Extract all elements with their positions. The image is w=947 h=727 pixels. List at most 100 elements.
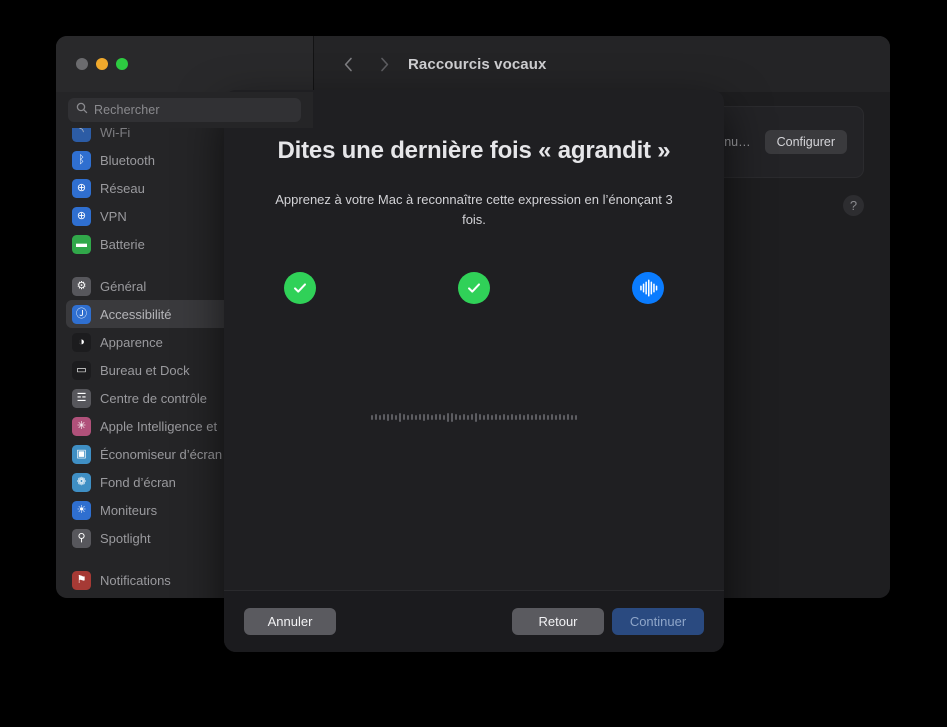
battery-icon: ▬ bbox=[72, 234, 91, 254]
meter-bar bbox=[575, 414, 577, 420]
meter-bar bbox=[407, 414, 409, 420]
checkmark-icon bbox=[294, 283, 306, 293]
minimize-window-button[interactable] bbox=[96, 58, 108, 70]
meter-bar bbox=[423, 413, 425, 421]
dialog-body: Dites une dernière fois « agrandit » App… bbox=[224, 90, 724, 590]
display-icon: ☀ bbox=[72, 500, 91, 520]
meter-bar bbox=[535, 414, 537, 421]
meter-bar bbox=[399, 412, 401, 422]
sidebar-item-label: Wi-Fi bbox=[100, 128, 131, 140]
meter-bar bbox=[491, 414, 493, 420]
accessibility-icon: Ⓙ bbox=[72, 304, 91, 324]
meter-bar bbox=[471, 414, 473, 421]
meter-bar bbox=[447, 412, 449, 422]
sidebar-item-label: VPN bbox=[100, 208, 127, 224]
sidebar-item-label: Moniteurs bbox=[100, 502, 158, 518]
forward-button[interactable] bbox=[372, 52, 396, 76]
meter-bar bbox=[495, 414, 497, 421]
recording-step-2 bbox=[458, 272, 490, 305]
meter-bar bbox=[403, 414, 405, 421]
globe-icon: ⊕ bbox=[72, 178, 91, 198]
meter-bar bbox=[463, 414, 465, 421]
control-center-icon: ☲ bbox=[72, 388, 91, 408]
meter-bar bbox=[515, 414, 517, 420]
wifi-icon: ◝ bbox=[72, 128, 91, 142]
search-input[interactable]: Rechercher bbox=[68, 98, 301, 122]
sidebar-item-label: Notifications bbox=[100, 572, 171, 588]
close-window-button[interactable] bbox=[76, 58, 88, 70]
meter-bar bbox=[547, 414, 549, 420]
meter-bar bbox=[559, 414, 561, 421]
meter-bar bbox=[383, 414, 385, 421]
meter-bar bbox=[375, 414, 377, 421]
sidebar-item-label: Apparence bbox=[100, 334, 163, 350]
bluetooth-icon: ᛒ bbox=[72, 150, 91, 170]
search-placeholder: Rechercher bbox=[94, 103, 160, 117]
meter-bar bbox=[479, 414, 481, 421]
meter-bar bbox=[539, 414, 541, 420]
sidebar-item-label: Économiseur d’écran bbox=[100, 446, 223, 462]
meter-bar bbox=[499, 414, 501, 420]
sidebar-item-label: Fond d’écran bbox=[100, 474, 176, 490]
sidebar-item-label: Bluetooth bbox=[100, 152, 155, 168]
meter-bar bbox=[555, 414, 557, 420]
continue-button[interactable]: Continuer bbox=[612, 608, 704, 635]
sidebar-item-label: Batterie bbox=[100, 236, 145, 252]
traffic-lights bbox=[76, 58, 128, 70]
meter-bar bbox=[551, 414, 553, 421]
meter-bar bbox=[387, 413, 389, 421]
meter-bar bbox=[415, 414, 417, 420]
maximize-window-button[interactable] bbox=[116, 58, 128, 70]
sidebar-titlebar bbox=[56, 36, 313, 92]
sidebar-item-label: Centre de contrôle bbox=[100, 390, 207, 406]
desktop-dock-icon: ▭ bbox=[72, 360, 91, 380]
wallpaper-icon: ❁ bbox=[72, 472, 91, 492]
meter-bar bbox=[523, 414, 525, 420]
back-button[interactable] bbox=[336, 52, 360, 76]
dialog-title: Dites une dernière fois « agrandit » bbox=[277, 137, 671, 164]
meter-bar bbox=[443, 414, 445, 420]
meter-bar bbox=[503, 414, 505, 421]
meter-bar bbox=[419, 414, 421, 421]
meter-bar bbox=[459, 414, 461, 420]
cancel-button[interactable]: Annuler bbox=[244, 608, 336, 635]
meter-bar bbox=[519, 414, 521, 421]
sidebar-item-label: Spotlight bbox=[100, 530, 151, 546]
sidebar-item-label: Général bbox=[100, 278, 147, 294]
back-step-button[interactable]: Retour bbox=[512, 608, 604, 635]
dialog-footer: Annuler Retour Continuer bbox=[224, 590, 724, 652]
gear-icon: ⚙ bbox=[72, 276, 91, 296]
meter-bar bbox=[371, 414, 373, 420]
recording-steps bbox=[260, 272, 688, 305]
audio-level-meter bbox=[260, 404, 688, 430]
meter-bar bbox=[467, 414, 469, 420]
sidebar-item-label: Apple Intelligence et bbox=[100, 418, 218, 434]
sidebar-item-label: Réseau bbox=[100, 180, 145, 196]
screensaver-icon: ▣ bbox=[72, 444, 91, 464]
screen: Rechercher ◝ Wi-Fi ᛒ Bluetooth ⊕ Réseau ⊕ VPN ▬ B… bbox=[0, 0, 947, 727]
meter-bar bbox=[563, 414, 565, 420]
voice-shortcut-dialog: Dites une dernière fois « agrandit » App… bbox=[224, 90, 724, 652]
vpn-globe-icon: ⊕ bbox=[72, 206, 91, 226]
meter-bar bbox=[567, 414, 569, 421]
meter-bar bbox=[395, 414, 397, 420]
meter-bar bbox=[427, 414, 429, 421]
meter-bar bbox=[475, 412, 477, 422]
checkmark-icon bbox=[468, 283, 480, 293]
detail-titlebar: Raccourcis vocaux bbox=[314, 36, 890, 92]
meter-bar bbox=[455, 414, 457, 421]
help-button[interactable]: ? bbox=[843, 195, 864, 216]
meter-bar bbox=[527, 414, 529, 421]
meter-bar bbox=[511, 414, 513, 421]
sidebar-item-label: Accessibilité bbox=[100, 306, 172, 322]
meter-bar bbox=[391, 414, 393, 421]
spotlight-icon: ⚲ bbox=[72, 528, 91, 548]
meter-bar bbox=[411, 414, 413, 421]
notifications-icon: ⚑ bbox=[72, 570, 91, 590]
search-icon bbox=[76, 101, 88, 119]
configure-button[interactable]: Configurer bbox=[764, 130, 847, 154]
page-title: Raccourcis vocaux bbox=[408, 55, 547, 73]
meter-bar bbox=[571, 414, 573, 420]
meter-bar bbox=[379, 414, 381, 420]
meter-bar bbox=[451, 412, 453, 422]
